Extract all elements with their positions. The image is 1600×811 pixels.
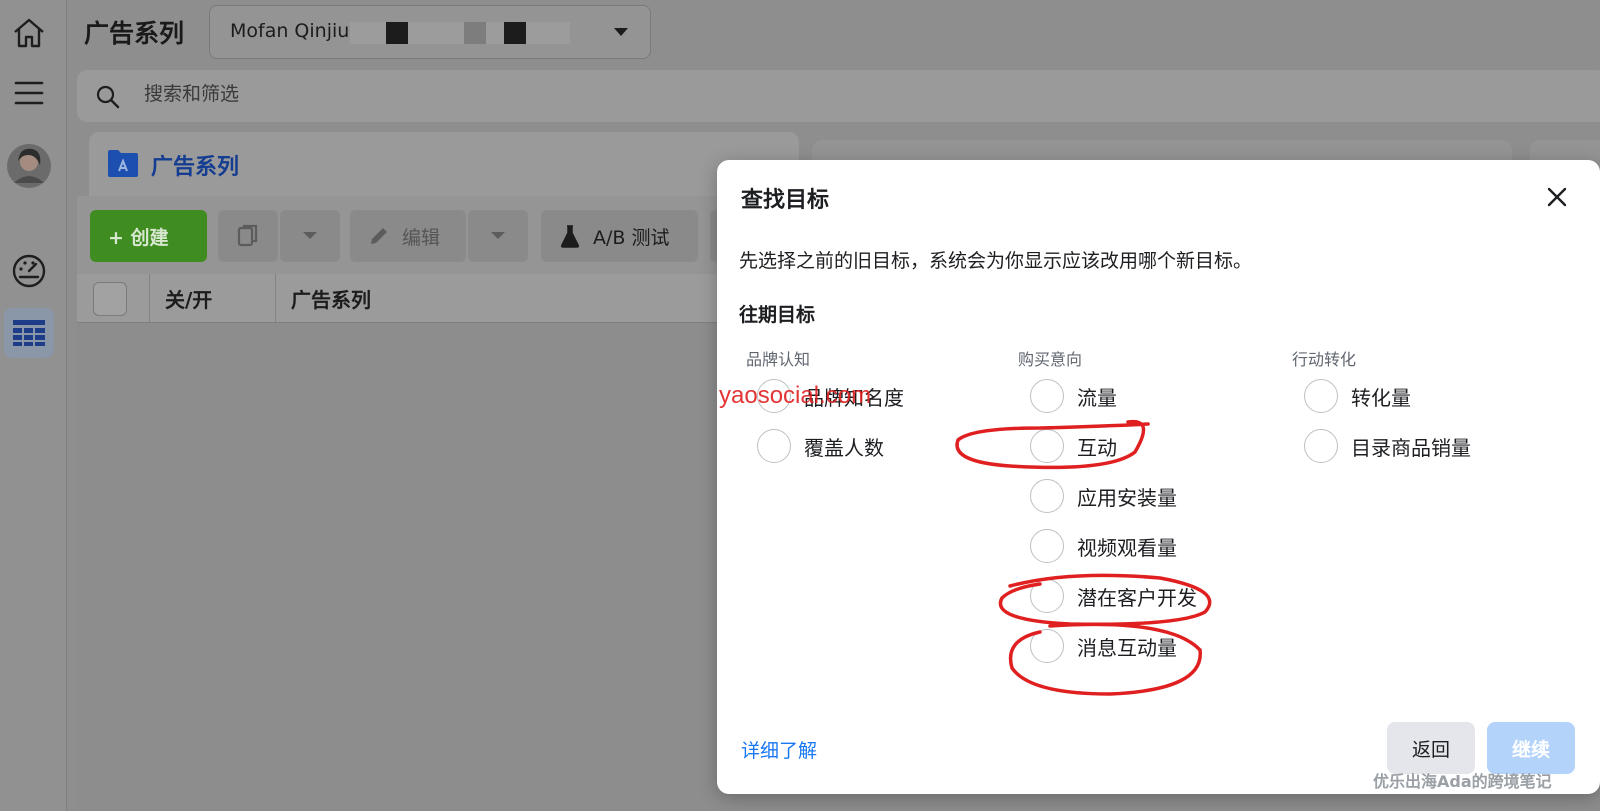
- option-label: 互动: [1077, 435, 1117, 460]
- search-icon: [96, 85, 120, 109]
- continue-button[interactable]: 继续: [1487, 722, 1575, 774]
- option-label: 流量: [1077, 385, 1117, 410]
- account-name: Mofan Qinjiu: [230, 20, 350, 42]
- create-button-label: + 创建: [108, 226, 169, 249]
- radio-button[interactable]: [1030, 579, 1064, 613]
- find-objective-dialog: 查找目标 先选择之前的旧目标，系统会为你显示应该改用哪个新目标。 往期目标 品牌…: [717, 160, 1600, 794]
- redaction-block: [386, 22, 408, 44]
- search-input[interactable]: [142, 82, 746, 106]
- learn-more-link[interactable]: 详细了解: [741, 736, 817, 763]
- edit-button-label: 编辑: [402, 226, 441, 249]
- group-label-conversion: 行动转化: [1292, 350, 1357, 369]
- option-label: 目录商品销量: [1351, 435, 1471, 460]
- menu-icon[interactable]: [4, 68, 54, 118]
- radio-button[interactable]: [1030, 629, 1064, 663]
- section-label: 往期目标: [739, 304, 816, 326]
- radio-button[interactable]: [757, 429, 791, 463]
- dashboard-gauge-icon[interactable]: [4, 246, 54, 296]
- left-nav-rail: [0, 0, 67, 811]
- copy-icon: [237, 224, 258, 247]
- flask-icon: [560, 225, 580, 248]
- redaction-block: [504, 22, 526, 44]
- tab-campaigns[interactable]: 广告系列: [89, 132, 799, 196]
- option-label: 转化量: [1351, 385, 1411, 410]
- group-label-consideration: 购买意向: [1018, 350, 1083, 369]
- option-label: 消息互动量: [1077, 635, 1177, 660]
- radio-button[interactable]: [1304, 379, 1338, 413]
- dialog-title: 查找目标: [741, 188, 830, 213]
- option-engagement[interactable]: 互动: [1030, 426, 1117, 466]
- back-button[interactable]: 返回: [1387, 722, 1475, 774]
- ads-manager-table-icon[interactable]: [4, 308, 54, 358]
- edit-button[interactable]: 编辑: [350, 210, 466, 262]
- select-all-checkbox[interactable]: [93, 282, 127, 316]
- account-selector[interactable]: Mofan Qinjiu: [209, 5, 651, 59]
- option-label: 覆盖人数: [804, 435, 884, 460]
- radio-button[interactable]: [1030, 529, 1064, 563]
- redacted-account-id: [350, 22, 570, 44]
- option-lead-generation[interactable]: 潜在客户开发: [1030, 576, 1197, 616]
- option-label: 潜在客户开发: [1077, 585, 1197, 610]
- option-video-views[interactable]: 视频观看量: [1030, 526, 1177, 566]
- radio-button[interactable]: [1030, 479, 1064, 513]
- radio-button[interactable]: [1030, 379, 1064, 413]
- chevron-down-icon: [491, 232, 505, 239]
- tab-campaigns-label: 广告系列: [151, 155, 240, 180]
- chevron-down-icon: [614, 28, 628, 36]
- create-button[interactable]: + 创建: [90, 210, 207, 262]
- search-bar[interactable]: [77, 70, 1600, 122]
- option-catalog-sales[interactable]: 目录商品销量: [1304, 426, 1471, 466]
- home-icon[interactable]: [4, 8, 54, 58]
- avatar[interactable]: [4, 141, 54, 191]
- radio-button[interactable]: [1304, 429, 1338, 463]
- duplicate-button[interactable]: [218, 210, 278, 262]
- folder-icon: [108, 150, 138, 177]
- option-app-installs[interactable]: 应用安装量: [1030, 476, 1177, 516]
- option-traffic[interactable]: 流量: [1030, 376, 1117, 416]
- option-label: 应用安装量: [1077, 485, 1177, 510]
- radio-button[interactable]: [1030, 429, 1064, 463]
- option-reach[interactable]: 覆盖人数: [757, 426, 884, 466]
- page-title: 广告系列: [84, 19, 185, 48]
- bottom-watermark: 优乐出海Ada的跨境笔记: [1373, 772, 1552, 791]
- column-header-campaign[interactable]: 广告系列: [291, 284, 371, 313]
- option-conversions[interactable]: 转化量: [1304, 376, 1411, 416]
- duplicate-dropdown-button[interactable]: [280, 210, 340, 262]
- option-messages[interactable]: 消息互动量: [1030, 626, 1177, 666]
- ab-test-button[interactable]: A/B 测试: [541, 210, 698, 262]
- column-header-on-off[interactable]: 关/开: [165, 284, 212, 313]
- ab-test-button-label: A/B 测试: [593, 226, 670, 249]
- chevron-down-icon: [303, 232, 317, 239]
- group-label-awareness: 品牌认知: [746, 350, 811, 369]
- option-label: 视频观看量: [1077, 535, 1177, 560]
- table-header: 关/开 广告系列: [77, 274, 797, 323]
- watermark-text: yaosocial.com: [719, 382, 872, 409]
- pencil-icon: [371, 228, 387, 244]
- column-divider: [149, 274, 150, 322]
- edit-dropdown-button[interactable]: [468, 210, 528, 262]
- dialog-description: 先选择之前的旧目标，系统会为你显示应该改用哪个新目标。: [739, 250, 1253, 272]
- close-icon[interactable]: [1542, 182, 1572, 212]
- column-divider: [275, 274, 276, 322]
- redaction-block: [464, 22, 486, 44]
